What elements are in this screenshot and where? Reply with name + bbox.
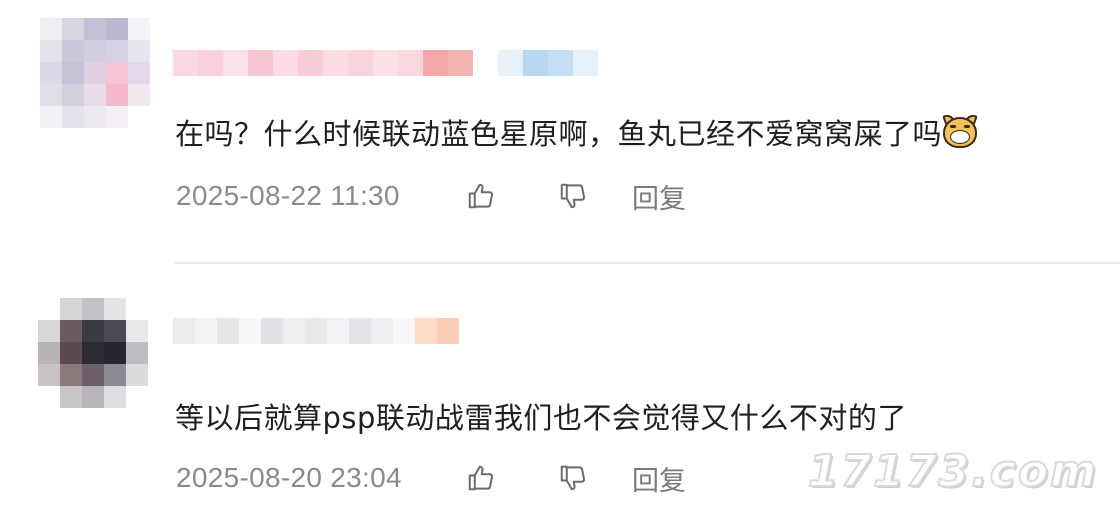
comment-text: 在吗？什么时候联动蓝色星原啊，鱼丸已经不爱窝窝屎了吗 — [175, 112, 978, 154]
username-redacted[interactable] — [173, 50, 598, 76]
thumbs-up-icon[interactable] — [464, 461, 498, 495]
thumbs-up-icon[interactable] — [464, 179, 498, 213]
avatar[interactable] — [40, 18, 150, 128]
avatar[interactable] — [38, 298, 148, 408]
comment-text: 等以后就算psp联动战雷我们也不会觉得又什么不对的了 — [175, 401, 907, 435]
comment-date: 2025-08-20 23:04 — [176, 462, 402, 493]
reply-button[interactable]: 回复 — [632, 177, 686, 216]
comment-date: 2025-08-22 11:30 — [176, 180, 400, 211]
comment-item: 在吗？什么时候联动蓝色星原啊，鱼丸已经不爱窝窝屎了吗 2025-08-22 11… — [0, 0, 1120, 262]
dog-face-emoji — [942, 112, 978, 150]
reply-button[interactable]: 回复 — [632, 459, 686, 498]
username-redacted[interactable] — [173, 318, 459, 344]
comment-meta: 2025-08-20 23:04 回复 — [176, 458, 686, 498]
thumbs-down-icon[interactable] — [556, 461, 590, 495]
thumbs-down-icon[interactable] — [556, 179, 590, 213]
watermark: 17173.com — [807, 445, 1098, 498]
comment-meta: 2025-08-22 11:30 回复 — [176, 176, 686, 216]
